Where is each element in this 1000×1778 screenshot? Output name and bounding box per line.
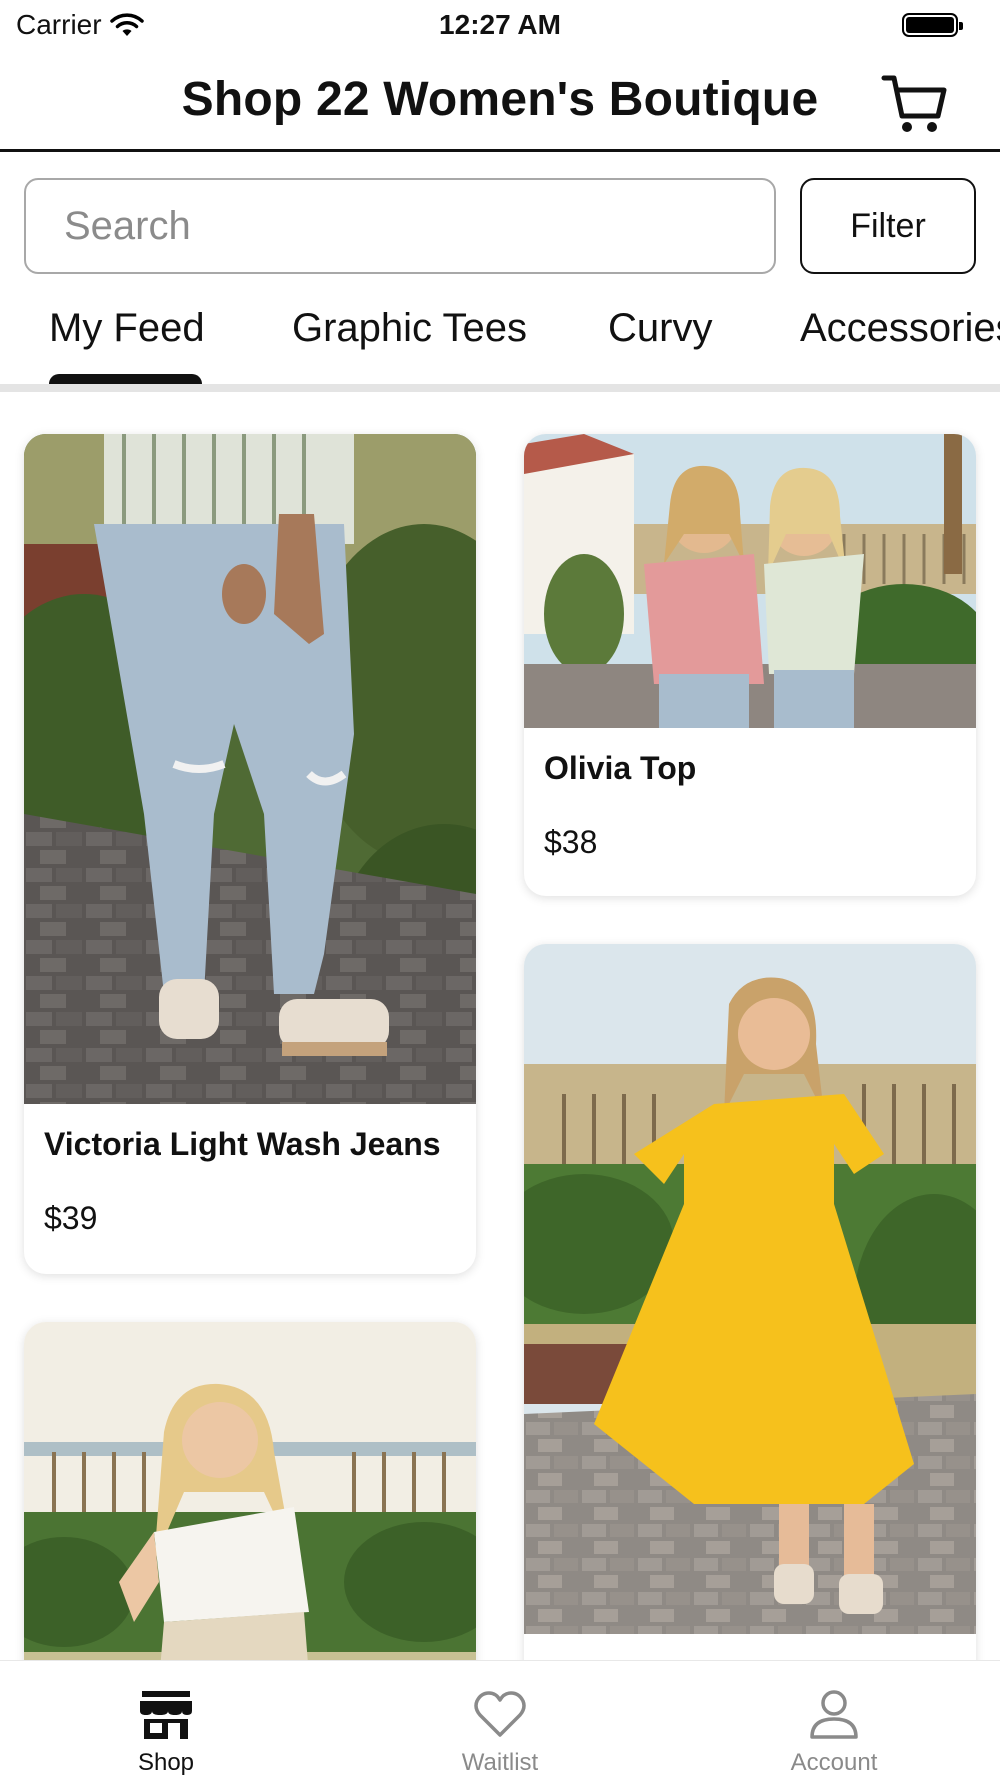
product-card[interactable] [524, 944, 976, 1744]
heart-icon [474, 1691, 526, 1737]
battery-icon [902, 13, 963, 37]
tabbar-item-waitlist[interactable]: Waitlist [400, 1661, 600, 1778]
clock: 12:27 AM [439, 9, 561, 40]
search-box [24, 178, 776, 274]
product-name: Olivia Top [544, 750, 697, 786]
tab-selected-indicator [49, 374, 202, 384]
app-header: Shop 22 Women's Boutique [0, 52, 1000, 152]
product-image [524, 434, 976, 728]
product-price: $38 [544, 824, 598, 860]
tab-graphic-tees[interactable]: Graphic Tees [292, 306, 527, 351]
product-card[interactable]: Olivia Top $38 [524, 434, 976, 896]
category-tabs: My Feed Graphic Tees Curvy Accessories [0, 296, 1000, 392]
product-price: $39 [44, 1200, 98, 1236]
filter-button[interactable]: Filter [800, 178, 976, 274]
tabbar-item-shop[interactable]: Shop [66, 1661, 266, 1778]
page-title: Shop 22 Women's Boutique [181, 73, 819, 126]
product-card[interactable]: Victoria Light Wash Jeans $39 [24, 434, 476, 1274]
tab-curvy[interactable]: Curvy [608, 306, 712, 351]
bottom-tab-bar: Shop Waitlist Account [0, 1660, 1000, 1778]
tabbar-item-account[interactable]: Account [734, 1661, 934, 1778]
tabbar-label: Account [790, 1749, 878, 1776]
store-icon [140, 1691, 192, 1739]
product-image [524, 944, 976, 1634]
tabbar-label: Shop [137, 1749, 195, 1776]
tabbar-label: Waitlist [461, 1749, 539, 1776]
tab-my-feed[interactable]: My Feed [49, 306, 205, 351]
tab-accessories[interactable]: Accessories [800, 306, 1000, 351]
status-bar: Carrier 12:27 AM [0, 0, 1000, 50]
search-input[interactable] [64, 203, 774, 249]
product-name: Victoria Light Wash Jeans [44, 1126, 441, 1162]
product-image [24, 434, 476, 1104]
cart-icon[interactable] [880, 68, 950, 138]
person-icon [810, 1690, 858, 1739]
search-row: Filter [0, 178, 1000, 276]
